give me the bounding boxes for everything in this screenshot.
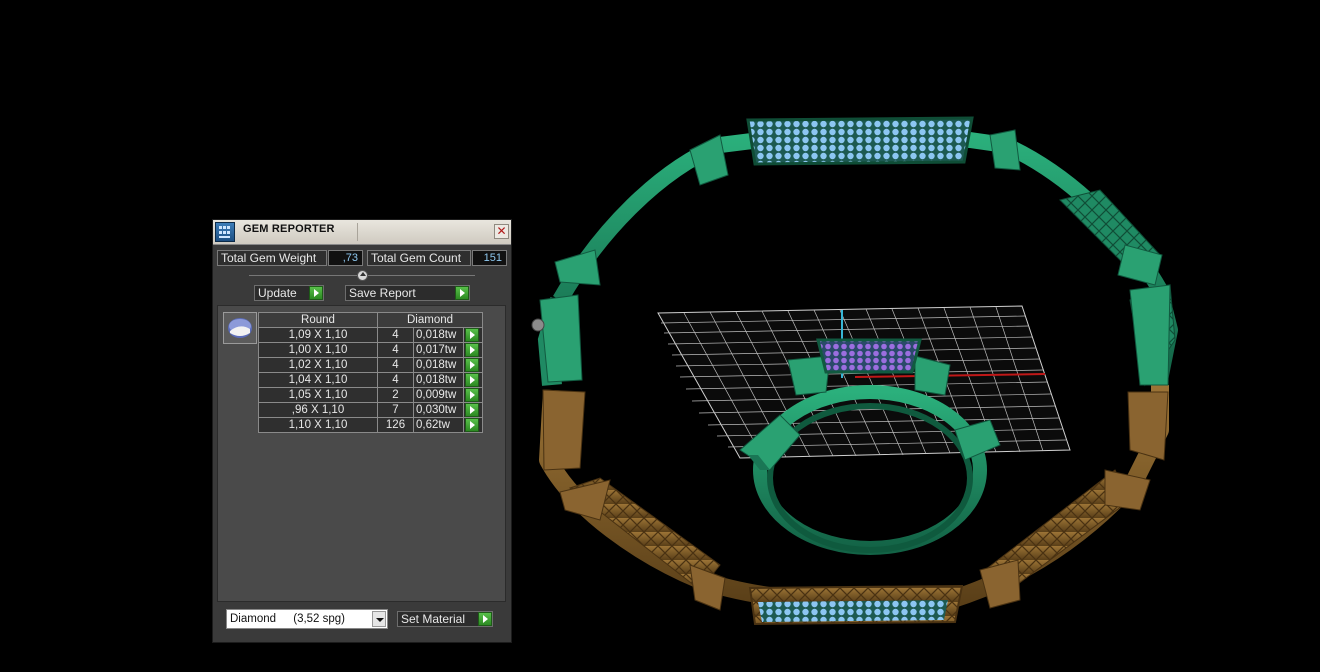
gem-size-cell: 1,05 X 1,10: [258, 387, 378, 403]
update-button[interactable]: Update: [254, 285, 324, 301]
gem-size-cell: 1,10 X 1,10: [258, 417, 378, 433]
update-button-label: Update: [258, 286, 297, 300]
table-row[interactable]: ,96 X 1,10 7 0,030tw: [258, 402, 483, 418]
material-dropdown-spg: (3,52 spg): [293, 613, 346, 625]
green-arrow-icon[interactable]: [455, 286, 469, 300]
ring-scene: [531, 116, 1178, 626]
save-report-button-label: Save Report: [349, 286, 416, 300]
close-icon[interactable]: ✕: [494, 224, 509, 239]
row-action-cell: [463, 402, 483, 418]
total-gem-weight-value: ,73: [328, 250, 363, 266]
green-arrow-icon[interactable]: [478, 612, 492, 626]
gem-size-cell: 1,09 X 1,10: [258, 327, 378, 343]
row-action-cell: [463, 342, 483, 358]
chevron-down-icon[interactable]: [372, 611, 386, 627]
gem-count-cell: 2: [377, 387, 414, 403]
total-gem-weight-label: Total Gem Weight: [217, 250, 327, 266]
gem-list-area: Round Diamond 1,09 X 1,10 4 0,018tw 1,00 X …: [217, 305, 506, 602]
gem-count-cell: 126: [377, 417, 414, 433]
green-arrow-icon[interactable]: [309, 286, 323, 300]
green-arrow-icon[interactable]: [465, 373, 479, 387]
green-arrow-icon[interactable]: [465, 388, 479, 402]
gem-weight-cell: 0,018tw: [413, 357, 464, 373]
gem-count-cell: 4: [377, 327, 414, 343]
gem-count-cell: 7: [377, 402, 414, 418]
gem-weight-cell: 0,62tw: [413, 417, 464, 433]
total-gem-count-value: 151: [472, 250, 507, 266]
green-arrow-icon[interactable]: [465, 358, 479, 372]
save-report-button[interactable]: Save Report: [345, 285, 470, 301]
table-row[interactable]: 1,02 X 1,10 4 0,018tw: [258, 357, 483, 373]
table-row[interactable]: 1,09 X 1,10 4 0,018tw: [258, 327, 483, 343]
title-divider: [357, 223, 358, 241]
gem-reporter-icon: [215, 222, 235, 242]
green-arrow-icon[interactable]: [465, 343, 479, 357]
gem-size-cell: 1,04 X 1,10: [258, 372, 378, 388]
round-gem-icon[interactable]: [223, 312, 257, 344]
row-action-cell: [463, 417, 483, 433]
row-action-cell: [463, 387, 483, 403]
column-header-shape: Round: [258, 312, 378, 328]
3d-viewport[interactable]: [0, 0, 1320, 672]
table-row[interactable]: 1,05 X 1,10 2 0,009tw: [258, 387, 483, 403]
total-gem-count-label: Total Gem Count: [367, 250, 471, 266]
row-action-cell: [463, 357, 483, 373]
gem-reporter-panel: GEM REPORTER ✕ Total Gem Weight ,73 Tota…: [212, 219, 512, 643]
gem-weight-cell: 0,017tw: [413, 342, 464, 358]
row-action-cell: [463, 372, 483, 388]
green-arrow-icon[interactable]: [465, 328, 479, 342]
gem-table: Round Diamond 1,09 X 1,10 4 0,018tw 1,00 X …: [258, 312, 483, 433]
ground-grid: [657, 305, 1071, 459]
column-header-material: Diamond: [377, 312, 483, 328]
material-dropdown-value: Diamond: [230, 613, 277, 625]
set-material-button-label: Set Material: [401, 612, 466, 626]
gem-size-cell: 1,02 X 1,10: [258, 357, 378, 373]
material-dropdown[interactable]: Diamond (3,52 spg): [226, 609, 388, 629]
gem-count-cell: 4: [377, 357, 414, 373]
table-row[interactable]: 1,10 X 1,10 126 0,62tw: [258, 417, 483, 433]
green-arrow-icon[interactable]: [465, 418, 479, 432]
gem-weight-cell: 0,018tw: [413, 327, 464, 343]
gem-weight-cell: 0,030tw: [413, 402, 464, 418]
gem-count-cell: 4: [377, 372, 414, 388]
panel-title: GEM REPORTER: [243, 223, 335, 235]
gem-weight-cell: 0,009tw: [413, 387, 464, 403]
green-arrow-icon[interactable]: [465, 403, 479, 417]
table-row[interactable]: 1,04 X 1,10 4 0,018tw: [258, 372, 483, 388]
gem-count-cell: 4: [377, 342, 414, 358]
title-bar[interactable]: GEM REPORTER ✕: [213, 220, 511, 245]
gem-size-cell: 1,00 X 1,10: [258, 342, 378, 358]
table-row[interactable]: 1,00 X 1,10 4 0,017tw: [258, 342, 483, 358]
gem-weight-cell: 0,018tw: [413, 372, 464, 388]
row-action-cell: [463, 327, 483, 343]
set-material-button[interactable]: Set Material: [397, 611, 493, 627]
collapse-handle-icon[interactable]: [357, 270, 368, 281]
gem-size-cell: ,96 X 1,10: [258, 402, 378, 418]
